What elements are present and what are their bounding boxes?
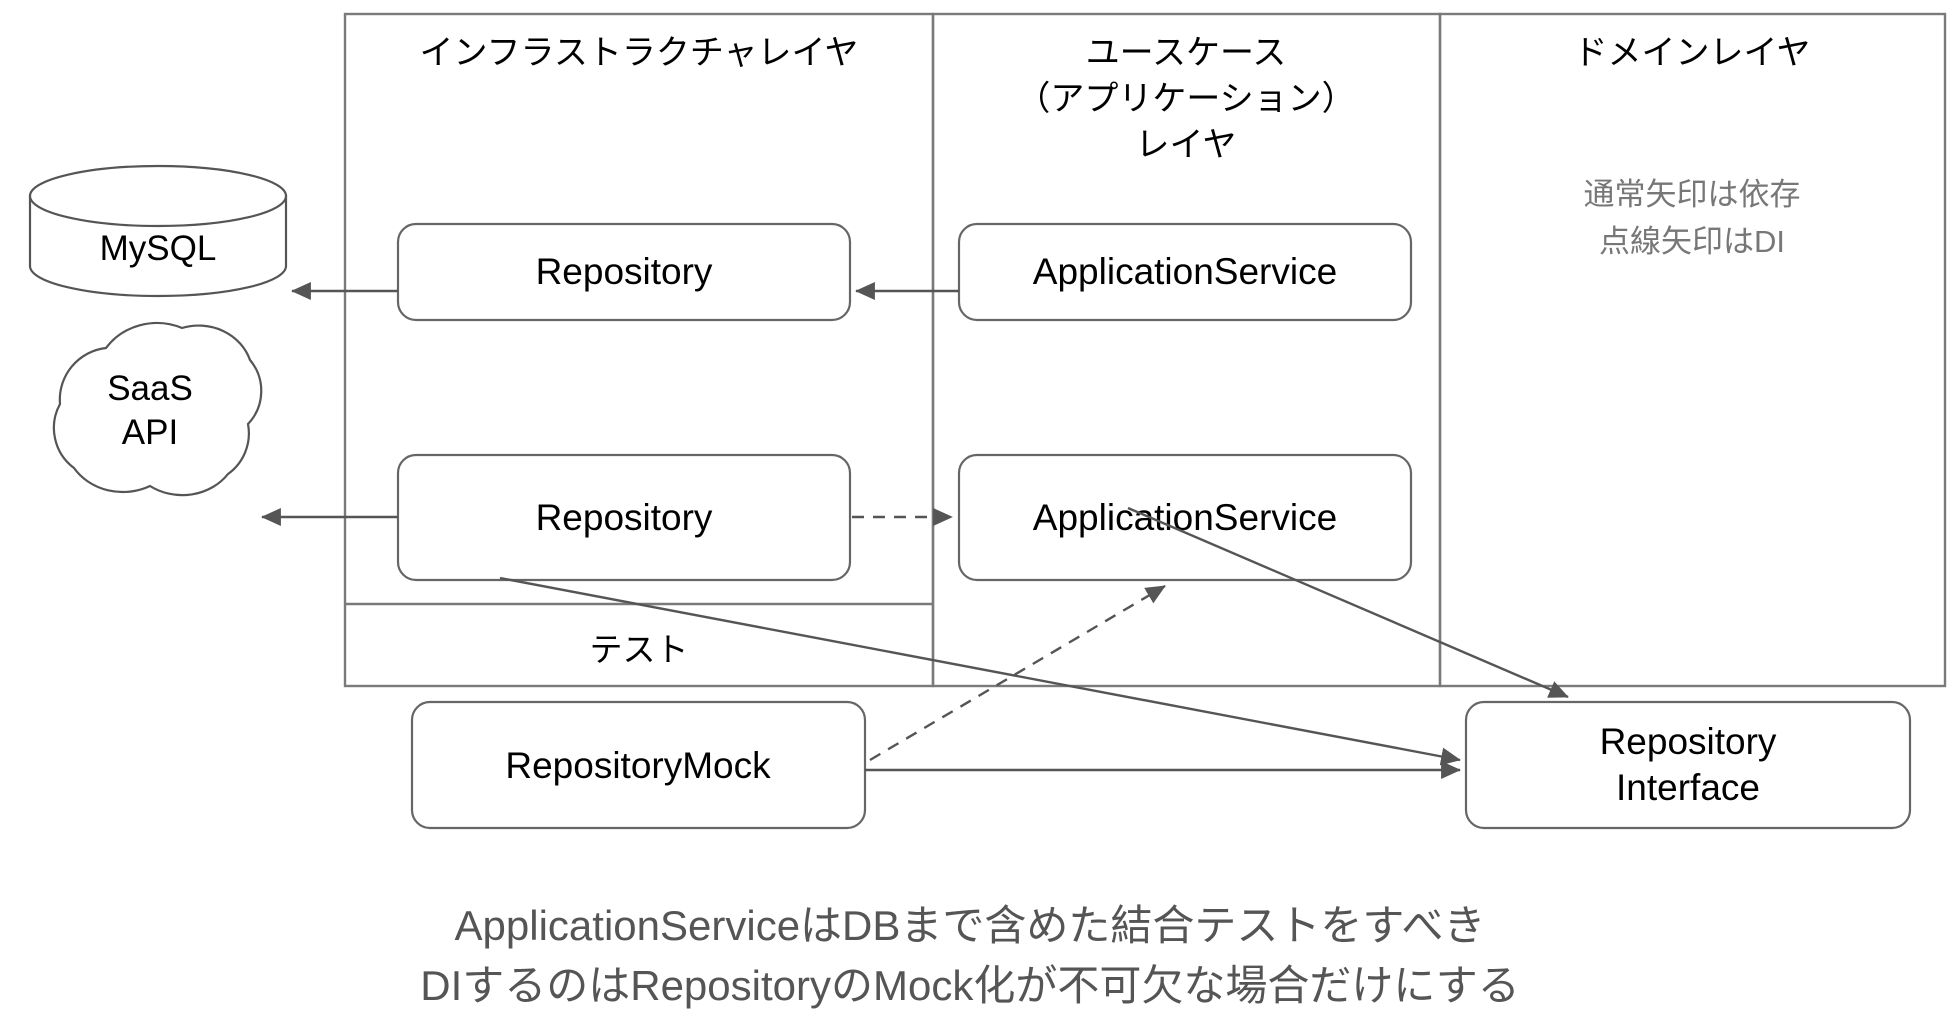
legend-line-2: 点線矢印はDI (1599, 224, 1785, 259)
node-repository-mock[interactable]: RepositoryMock (410, 700, 867, 830)
section-title-test-visible: テスト (590, 631, 689, 668)
panel-infrastructure (343, 12, 935, 688)
node-repository-mock-label: RepositoryMock (505, 745, 771, 786)
node-repository-interface-label-line2: Interface (1616, 767, 1760, 808)
cylinder-top (28, 164, 288, 228)
node-repository-interface-label-line1: Repository (1600, 721, 1777, 762)
store-mysql: MySQL (28, 164, 288, 298)
node-repository-interface[interactable]: Repository Interface (1464, 700, 1912, 830)
diagram-canvas: インフラストラクチャレイヤ ユースケース （アプリケーション） レイヤ ドメイン… (0, 0, 1960, 1028)
node-application-service-1[interactable]: ApplicationService (957, 222, 1413, 322)
store-mysql-label: MySQL (100, 229, 217, 268)
store-saas-label-line1: SaaS (107, 369, 193, 408)
node-application-service-1-label: ApplicationService (1033, 251, 1337, 292)
layer-title-infrastructure: インフラストラクチャレイヤ (420, 34, 859, 72)
node-application-service-2[interactable]: ApplicationService (957, 453, 1413, 582)
layer-title-usecase-line3: レイヤ (1136, 126, 1237, 164)
panel-domain (1438, 12, 1947, 688)
caption-line-2: DIするのはRepositoryのMock化が不可欠な場合だけにする (420, 962, 1520, 1009)
node-repository-db-label: Repository (536, 251, 713, 292)
cloud-shape (52, 321, 263, 497)
store-saas-label-line2: API (122, 413, 178, 452)
layer-title-usecase-line2: （アプリケーション） (1016, 80, 1355, 118)
node-repository-db[interactable]: Repository (396, 222, 852, 322)
layer-title-usecase-line1: ユースケース (1086, 34, 1287, 72)
node-repository-saas-label: Repository (536, 497, 713, 538)
caption-line-1: ApplicationServiceはDBまで含めた結合テストをすべき (455, 902, 1486, 949)
node-repository-saas[interactable]: Repository (396, 453, 852, 582)
layer-title-domain: ドメインレイヤ (1574, 34, 1811, 72)
edge-repository-mock-to-appservice2-di (869, 584, 1166, 762)
store-saas-api: SaaS API (52, 321, 263, 497)
legend-line-1: 通常矢印は依存 (1584, 177, 1801, 212)
architecture-diagram: インフラストラクチャレイヤ ユースケース （アプリケーション） レイヤ ドメイン… (28, 12, 1947, 1009)
